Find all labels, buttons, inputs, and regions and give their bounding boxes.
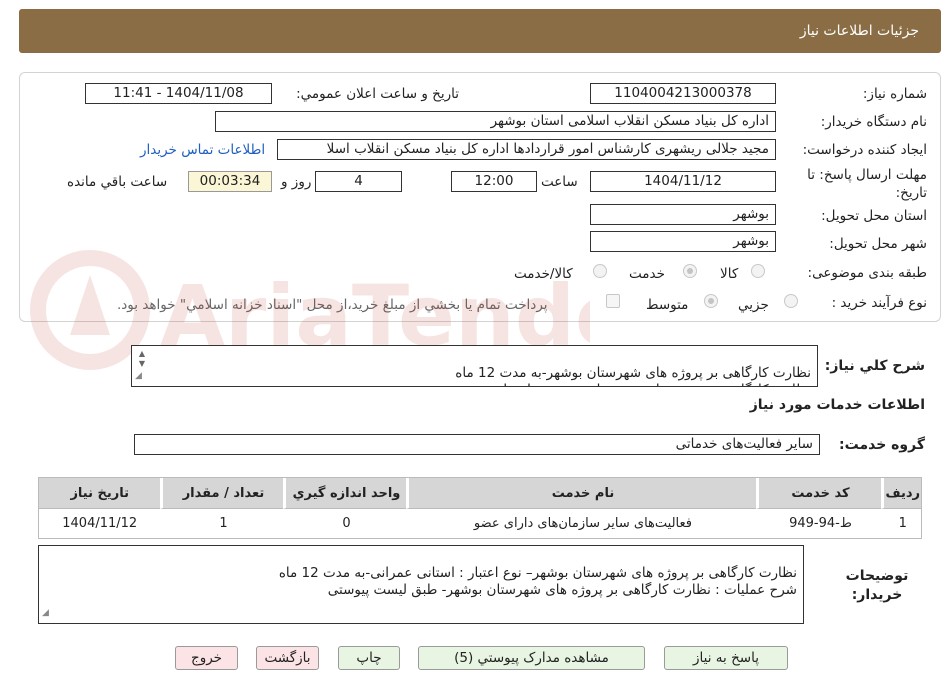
process-minor-radio[interactable] xyxy=(784,294,798,308)
buyer-org-field: اداره کل بنیاد مسکن انقلاب اسلامی استان … xyxy=(215,111,776,132)
treasury-payment-note: پرداخت تمام يا بخشي از مبلغ خريد،از محل … xyxy=(117,297,548,313)
page-header: جزئیات اطلاعات نیاز xyxy=(19,9,941,53)
category-service-label: خدمت xyxy=(629,266,665,282)
col-need-date: تاريخ نياز xyxy=(39,478,161,509)
days-remaining-field: 4 xyxy=(315,171,402,192)
process-minor-label: جزيي xyxy=(738,297,769,313)
days-label: روز و xyxy=(281,174,312,190)
need-number-label: شماره نیاز: xyxy=(862,86,927,102)
treasury-payment-checkbox[interactable] xyxy=(606,294,620,308)
cell-service-code: ط-94-949 xyxy=(756,509,882,538)
col-service-name: نام خدمت xyxy=(406,478,757,509)
process-medium-label: متوسط xyxy=(646,297,689,313)
cell-quantity: 1 xyxy=(160,509,284,538)
buyer-contact-link[interactable]: اطلاعات تماس خريدار xyxy=(140,142,265,158)
time-remaining-label: ساعت باقي مانده xyxy=(67,174,168,190)
service-group-field: ساير فعاليت‌هاى خدماتى xyxy=(134,434,820,455)
resize-handle-icon[interactable]: ◢ xyxy=(135,368,142,385)
service-group-label: گروه خدمت: xyxy=(839,437,925,453)
services-table-header: رديف کد خدمت نام خدمت واحد اندازه گيري ت… xyxy=(39,478,921,509)
cell-unit: 0 xyxy=(283,509,407,538)
resize-handle-icon[interactable]: ◢ xyxy=(42,605,49,622)
category-service-radio[interactable] xyxy=(683,264,697,278)
cell-row-number: 1 xyxy=(881,509,921,538)
summary-textarea[interactable]: نظارت کارگاهی بر پروژه های شهرستان بوشهر… xyxy=(131,345,818,387)
deadline-label: مهلت ارسال پاسخ: تا تاريخ: xyxy=(807,167,927,201)
col-unit: واحد اندازه گيري xyxy=(283,478,407,509)
cell-service-name: فعاليت‌هاى ساير سازمان‌هاى داراى عضو xyxy=(406,509,757,538)
announce-date-field: 1404/11/08 - 11:41 xyxy=(85,83,272,104)
page-title: جزئیات اطلاعات نیاز xyxy=(799,23,919,39)
category-label: طبقه بندی موضوعی: xyxy=(807,265,927,281)
buyer-notes-label: توضيحات خريدار: xyxy=(845,568,909,603)
creator-field: مجید جلالی ریشهری کارشناس امور قراردادها… xyxy=(277,139,776,160)
category-goods-radio[interactable] xyxy=(751,264,765,278)
buyer-notes-textarea[interactable]: نظارت کارگاهی بر پروژه های شهرستان بوشهر… xyxy=(38,545,804,624)
process-type-label: نوع فرآيند خريد : xyxy=(831,295,927,311)
creator-label: ايجاد کننده درخواست: xyxy=(802,142,927,158)
summary-label: شرح کلي نياز: xyxy=(824,358,925,374)
deadline-time-field: 12:00 xyxy=(451,171,537,192)
services-table: رديف کد خدمت نام خدمت واحد اندازه گيري ت… xyxy=(38,477,922,539)
time-remaining-field: 00:03:34 xyxy=(188,171,272,192)
view-attachments-button[interactable]: مشاهده مدارک پيوستي (5) xyxy=(418,646,645,670)
col-service-code: کد خدمت xyxy=(756,478,882,509)
buyer-org-label: نام دستگاه خريدار: xyxy=(820,114,927,130)
col-row-number: رديف xyxy=(881,478,921,509)
category-goods-service-radio[interactable] xyxy=(593,264,607,278)
deadline-time-label: ساعت xyxy=(541,174,578,190)
province-field: بوشهر xyxy=(590,204,776,225)
province-label: استان محل تحویل: xyxy=(821,208,927,224)
col-quantity: تعداد / مقدار xyxy=(160,478,284,509)
buyer-notes-text: نظارت کارگاهی بر پروژه های شهرستان بوشهر… xyxy=(278,565,797,598)
city-label: شهر محل تحویل: xyxy=(829,236,927,252)
table-row: 1 ط-94-949 فعاليت‌هاى ساير سازمان‌هاى دا… xyxy=(39,509,921,538)
process-medium-radio[interactable] xyxy=(704,294,718,308)
exit-button[interactable]: خروج xyxy=(175,646,238,670)
city-field: بوشهر xyxy=(590,231,776,252)
back-button[interactable]: بازگشت xyxy=(256,646,319,670)
summary-text: نظارت کارگاهی بر پروژه های شهرستان بوشهر… xyxy=(428,365,811,386)
deadline-date-field: 1404/11/12 xyxy=(590,171,776,192)
announce-date-label: تاریخ و ساعت اعلان عمومي: xyxy=(296,86,459,102)
need-number-field: 1104004213000378 xyxy=(590,83,776,104)
services-section-title: اطلاعات خدمات مورد نياز xyxy=(749,397,925,413)
category-goods-label: کالا xyxy=(720,266,739,282)
category-goods-service-label: کالا/خدمت xyxy=(514,266,573,282)
cell-need-date: 1404/11/12 xyxy=(39,509,161,538)
print-button[interactable]: چاپ xyxy=(338,646,400,670)
reply-button[interactable]: پاسخ به نياز xyxy=(664,646,788,670)
